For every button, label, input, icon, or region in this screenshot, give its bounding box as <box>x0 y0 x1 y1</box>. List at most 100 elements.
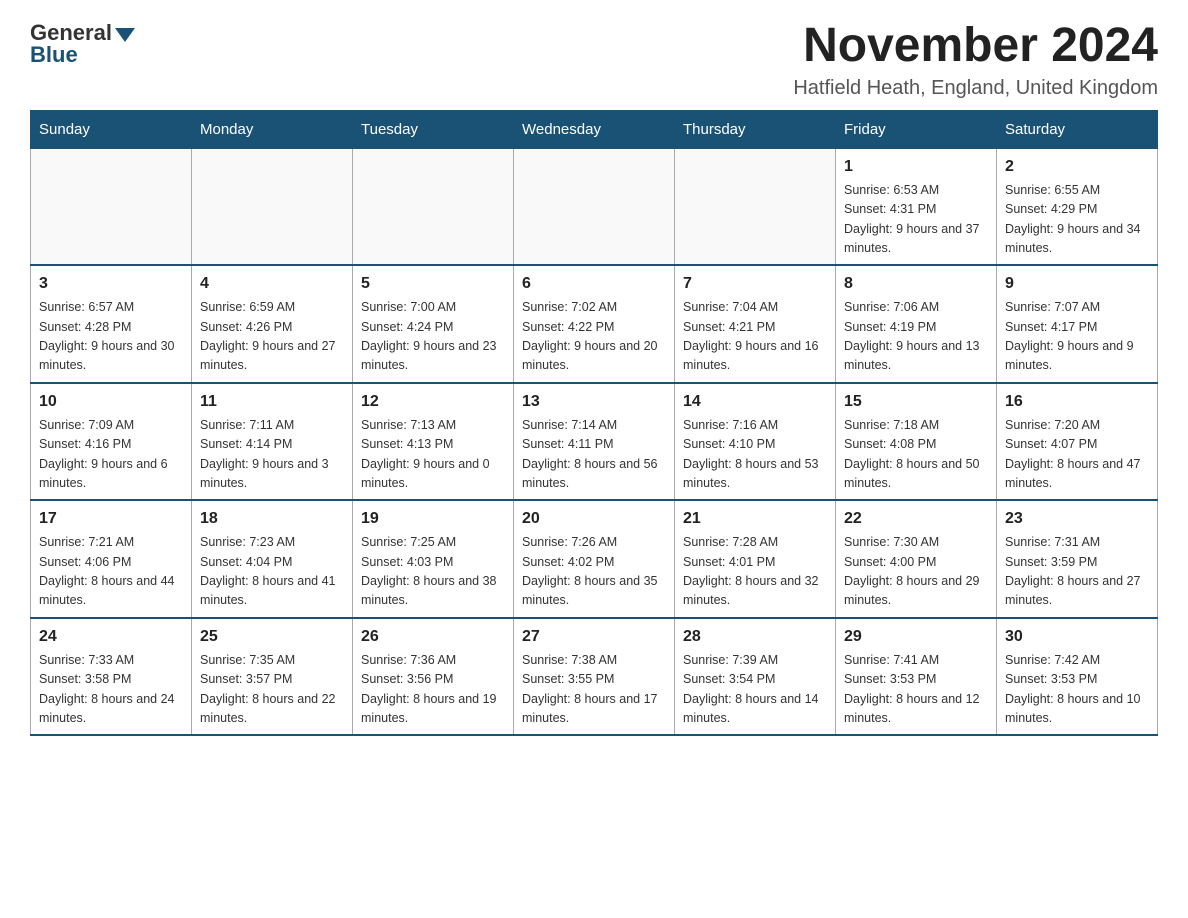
col-thursday: Thursday <box>675 110 836 148</box>
calendar-cell: 18Sunrise: 7:23 AM Sunset: 4:04 PM Dayli… <box>192 500 353 618</box>
calendar-week-3: 10Sunrise: 7:09 AM Sunset: 4:16 PM Dayli… <box>31 383 1158 501</box>
sun-info: Sunrise: 7:13 AM Sunset: 4:13 PM Dayligh… <box>361 416 505 494</box>
title-section: November 2024 Hatfield Heath, England, U… <box>793 20 1158 100</box>
sun-info: Sunrise: 7:41 AM Sunset: 3:53 PM Dayligh… <box>844 651 988 729</box>
calendar-cell: 10Sunrise: 7:09 AM Sunset: 4:16 PM Dayli… <box>31 383 192 501</box>
calendar-cell: 3Sunrise: 6:57 AM Sunset: 4:28 PM Daylig… <box>31 265 192 383</box>
sun-info: Sunrise: 7:26 AM Sunset: 4:02 PM Dayligh… <box>522 533 666 611</box>
calendar-cell: 12Sunrise: 7:13 AM Sunset: 4:13 PM Dayli… <box>353 383 514 501</box>
sun-info: Sunrise: 7:00 AM Sunset: 4:24 PM Dayligh… <box>361 298 505 376</box>
calendar-body: 1Sunrise: 6:53 AM Sunset: 4:31 PM Daylig… <box>31 148 1158 735</box>
sun-info: Sunrise: 7:16 AM Sunset: 4:10 PM Dayligh… <box>683 416 827 494</box>
calendar-table: Sunday Monday Tuesday Wednesday Thursday… <box>30 110 1158 737</box>
location-subtitle: Hatfield Heath, England, United Kingdom <box>793 77 1158 100</box>
sun-info: Sunrise: 7:38 AM Sunset: 3:55 PM Dayligh… <box>522 651 666 729</box>
calendar-cell: 27Sunrise: 7:38 AM Sunset: 3:55 PM Dayli… <box>514 618 675 736</box>
day-number: 13 <box>522 390 666 414</box>
day-number: 8 <box>844 272 988 296</box>
sun-info: Sunrise: 6:53 AM Sunset: 4:31 PM Dayligh… <box>844 181 988 259</box>
sun-info: Sunrise: 7:30 AM Sunset: 4:00 PM Dayligh… <box>844 533 988 611</box>
calendar-cell <box>31 148 192 265</box>
sun-info: Sunrise: 7:09 AM Sunset: 4:16 PM Dayligh… <box>39 416 183 494</box>
calendar-cell <box>675 148 836 265</box>
day-number: 27 <box>522 625 666 649</box>
day-number: 19 <box>361 507 505 531</box>
col-saturday: Saturday <box>997 110 1158 148</box>
calendar-cell: 23Sunrise: 7:31 AM Sunset: 3:59 PM Dayli… <box>997 500 1158 618</box>
day-number: 1 <box>844 155 988 179</box>
calendar-header: Sunday Monday Tuesday Wednesday Thursday… <box>31 110 1158 148</box>
day-number: 17 <box>39 507 183 531</box>
day-number: 5 <box>361 272 505 296</box>
day-number: 9 <box>1005 272 1149 296</box>
sun-info: Sunrise: 7:11 AM Sunset: 4:14 PM Dayligh… <box>200 416 344 494</box>
calendar-cell: 6Sunrise: 7:02 AM Sunset: 4:22 PM Daylig… <box>514 265 675 383</box>
day-number: 25 <box>200 625 344 649</box>
calendar-cell: 5Sunrise: 7:00 AM Sunset: 4:24 PM Daylig… <box>353 265 514 383</box>
day-number: 28 <box>683 625 827 649</box>
day-number: 29 <box>844 625 988 649</box>
day-number: 26 <box>361 625 505 649</box>
sun-info: Sunrise: 6:57 AM Sunset: 4:28 PM Dayligh… <box>39 298 183 376</box>
day-number: 14 <box>683 390 827 414</box>
calendar-cell: 26Sunrise: 7:36 AM Sunset: 3:56 PM Dayli… <box>353 618 514 736</box>
sun-info: Sunrise: 7:28 AM Sunset: 4:01 PM Dayligh… <box>683 533 827 611</box>
calendar-cell: 15Sunrise: 7:18 AM Sunset: 4:08 PM Dayli… <box>836 383 997 501</box>
calendar-cell: 21Sunrise: 7:28 AM Sunset: 4:01 PM Dayli… <box>675 500 836 618</box>
day-number: 3 <box>39 272 183 296</box>
sun-info: Sunrise: 7:20 AM Sunset: 4:07 PM Dayligh… <box>1005 416 1149 494</box>
calendar-cell: 25Sunrise: 7:35 AM Sunset: 3:57 PM Dayli… <box>192 618 353 736</box>
sun-info: Sunrise: 7:04 AM Sunset: 4:21 PM Dayligh… <box>683 298 827 376</box>
calendar-cell: 19Sunrise: 7:25 AM Sunset: 4:03 PM Dayli… <box>353 500 514 618</box>
sun-info: Sunrise: 7:35 AM Sunset: 3:57 PM Dayligh… <box>200 651 344 729</box>
sun-info: Sunrise: 7:06 AM Sunset: 4:19 PM Dayligh… <box>844 298 988 376</box>
sun-info: Sunrise: 7:25 AM Sunset: 4:03 PM Dayligh… <box>361 533 505 611</box>
day-number: 21 <box>683 507 827 531</box>
col-sunday: Sunday <box>31 110 192 148</box>
day-number: 4 <box>200 272 344 296</box>
calendar-cell: 1Sunrise: 6:53 AM Sunset: 4:31 PM Daylig… <box>836 148 997 265</box>
day-number: 18 <box>200 507 344 531</box>
day-number: 10 <box>39 390 183 414</box>
sun-info: Sunrise: 7:14 AM Sunset: 4:11 PM Dayligh… <box>522 416 666 494</box>
sun-info: Sunrise: 7:31 AM Sunset: 3:59 PM Dayligh… <box>1005 533 1149 611</box>
day-number: 6 <box>522 272 666 296</box>
calendar-week-4: 17Sunrise: 7:21 AM Sunset: 4:06 PM Dayli… <box>31 500 1158 618</box>
page-header: General Blue November 2024 Hatfield Heat… <box>30 20 1158 100</box>
sun-info: Sunrise: 7:33 AM Sunset: 3:58 PM Dayligh… <box>39 651 183 729</box>
calendar-cell: 13Sunrise: 7:14 AM Sunset: 4:11 PM Dayli… <box>514 383 675 501</box>
day-number: 11 <box>200 390 344 414</box>
calendar-cell: 16Sunrise: 7:20 AM Sunset: 4:07 PM Dayli… <box>997 383 1158 501</box>
sun-info: Sunrise: 7:42 AM Sunset: 3:53 PM Dayligh… <box>1005 651 1149 729</box>
day-number: 20 <box>522 507 666 531</box>
logo-arrow-icon <box>115 28 135 42</box>
col-tuesday: Tuesday <box>353 110 514 148</box>
calendar-cell: 28Sunrise: 7:39 AM Sunset: 3:54 PM Dayli… <box>675 618 836 736</box>
day-number: 23 <box>1005 507 1149 531</box>
calendar-cell: 4Sunrise: 6:59 AM Sunset: 4:26 PM Daylig… <box>192 265 353 383</box>
sun-info: Sunrise: 7:21 AM Sunset: 4:06 PM Dayligh… <box>39 533 183 611</box>
col-monday: Monday <box>192 110 353 148</box>
day-number: 12 <box>361 390 505 414</box>
day-number: 16 <box>1005 390 1149 414</box>
calendar-cell <box>192 148 353 265</box>
day-number: 22 <box>844 507 988 531</box>
calendar-week-2: 3Sunrise: 6:57 AM Sunset: 4:28 PM Daylig… <box>31 265 1158 383</box>
sun-info: Sunrise: 7:07 AM Sunset: 4:17 PM Dayligh… <box>1005 298 1149 376</box>
day-number: 2 <box>1005 155 1149 179</box>
logo: General Blue <box>30 20 135 68</box>
month-title: November 2024 <box>793 20 1158 73</box>
calendar-cell: 7Sunrise: 7:04 AM Sunset: 4:21 PM Daylig… <box>675 265 836 383</box>
calendar-cell: 9Sunrise: 7:07 AM Sunset: 4:17 PM Daylig… <box>997 265 1158 383</box>
day-number: 7 <box>683 272 827 296</box>
calendar-cell: 29Sunrise: 7:41 AM Sunset: 3:53 PM Dayli… <box>836 618 997 736</box>
calendar-week-5: 24Sunrise: 7:33 AM Sunset: 3:58 PM Dayli… <box>31 618 1158 736</box>
sun-info: Sunrise: 7:36 AM Sunset: 3:56 PM Dayligh… <box>361 651 505 729</box>
col-wednesday: Wednesday <box>514 110 675 148</box>
sun-info: Sunrise: 7:02 AM Sunset: 4:22 PM Dayligh… <box>522 298 666 376</box>
calendar-cell <box>514 148 675 265</box>
calendar-cell: 20Sunrise: 7:26 AM Sunset: 4:02 PM Dayli… <box>514 500 675 618</box>
day-number: 15 <box>844 390 988 414</box>
calendar-cell: 11Sunrise: 7:11 AM Sunset: 4:14 PM Dayli… <box>192 383 353 501</box>
calendar-cell: 17Sunrise: 7:21 AM Sunset: 4:06 PM Dayli… <box>31 500 192 618</box>
